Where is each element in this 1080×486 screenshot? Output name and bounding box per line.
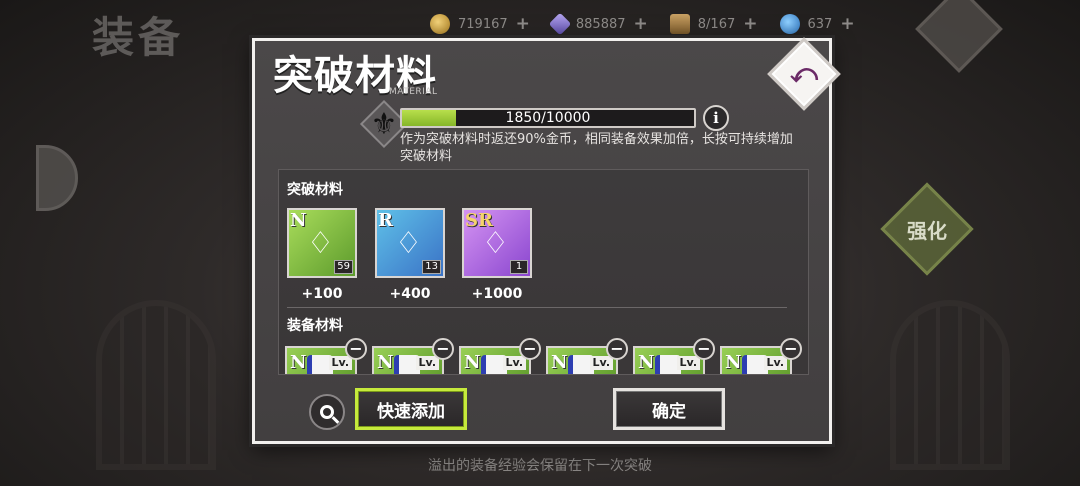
equipment-material-card[interactable]: N Lv. −	[633, 338, 715, 374]
search-button[interactable]	[309, 394, 345, 430]
currency-gold: 719167 +	[430, 14, 530, 34]
rarity-badge: N	[551, 352, 568, 373]
confirm-button[interactable]: 确定	[613, 388, 725, 430]
currency-value: 637	[807, 16, 833, 32]
quick-add-button[interactable]: 快速添加	[355, 388, 467, 430]
info-button[interactable]: i	[703, 105, 729, 131]
remove-button[interactable]: −	[519, 338, 541, 360]
material-card-sr[interactable]: SR ♢ 1 +1000	[462, 208, 532, 302]
rarity-badge: N	[638, 352, 655, 373]
rarity-badge: N	[725, 352, 742, 373]
remove-button[interactable]: −	[606, 338, 628, 360]
level-label: Lv.	[589, 356, 613, 370]
section-divider	[287, 307, 787, 308]
currency-value: 885887	[575, 16, 626, 32]
back-button[interactable]: ⤺	[767, 37, 841, 111]
equipment-material-card[interactable]: N Lv. −	[720, 338, 802, 374]
rarity-badge: N	[464, 352, 481, 373]
item-count: 59	[334, 260, 353, 274]
level-label: Lv.	[502, 356, 526, 370]
currency-value: 8/167	[697, 16, 736, 32]
equipment-material-card[interactable]: N Lv. −	[546, 338, 628, 374]
material-tile: SR ♢ 1	[462, 208, 532, 278]
necklace-icon: ♢	[482, 226, 509, 261]
gem-icon	[779, 14, 800, 34]
material-card-r[interactable]: R ♢ 13 +400	[375, 208, 445, 302]
equipment-material-card[interactable]: N Lv. −	[459, 338, 541, 374]
material-panel: 突破材料 N ♢ 59 +100 R ♢ 13 +400 SR ♢ 1 +100…	[278, 169, 809, 375]
add-gold-button[interactable]: +	[516, 14, 530, 34]
background-page-title: 装备	[92, 13, 185, 62]
currency-bar: 719167 + 885887 + 8/167 + 637 +	[430, 10, 855, 38]
storage-box-icon	[669, 14, 690, 34]
crystal-icon	[548, 12, 572, 36]
background-strength-button: 强化	[880, 182, 974, 276]
remove-button[interactable]: −	[693, 338, 715, 360]
breakthrough-progress-bar: 1850/10000	[400, 108, 696, 128]
level-label: Lv.	[676, 356, 700, 370]
background-window	[890, 300, 1010, 470]
return-arrow-icon: ⤺	[790, 58, 818, 89]
material-value: +400	[389, 286, 431, 302]
add-gem-button[interactable]: +	[840, 14, 854, 34]
currency-crystal: 885887 +	[548, 12, 648, 36]
material-tile: N ♢ 59	[287, 208, 357, 278]
currency-storage: 8/167 +	[669, 14, 758, 34]
level-label: Lv.	[763, 356, 787, 370]
background-window	[96, 300, 216, 470]
currency-gem: 637 +	[779, 14, 855, 34]
material-value: +1000	[471, 286, 523, 302]
gold-coin-icon	[430, 14, 450, 34]
item-count: 13	[422, 260, 441, 274]
background-footer-hint: 溢出的装备经验会保留在下一次突破	[428, 458, 652, 474]
material-value: +100	[301, 286, 343, 302]
material-description: 作为突破材料时返还90%金币，相同装备效果加倍，长按可持续增加突破材料	[400, 132, 793, 164]
rarity-badge: N	[290, 352, 307, 373]
magnifier-icon	[320, 405, 334, 419]
remove-button[interactable]: −	[432, 338, 454, 360]
add-storage-button[interactable]: +	[743, 14, 757, 34]
equipment-section-label: 装备材料	[287, 318, 343, 334]
breakthrough-section-label: 突破材料	[287, 182, 343, 198]
necklace-icon: ♢	[307, 226, 334, 261]
add-crystal-button[interactable]: +	[634, 14, 648, 34]
material-tag: MATERIAL	[389, 87, 438, 97]
level-label: Lv.	[328, 356, 352, 370]
item-count: 1	[510, 260, 528, 274]
breakthrough-material-dialog: 突破材料 ⤺ ⚜ MATERIAL 1850/10000 i 作为突破材料时返还…	[252, 37, 841, 444]
rarity-badge: N	[290, 210, 307, 231]
remove-button[interactable]: −	[345, 338, 367, 360]
progress-text: 1850/10000	[505, 110, 591, 126]
equipment-material-card[interactable]: N Lv. −	[372, 338, 454, 374]
equipment-material-list: N Lv. − N Lv. − N Lv. − N Lv. − N Lv. − …	[285, 338, 802, 374]
remove-button[interactable]: −	[780, 338, 802, 360]
material-tile: R ♢ 13	[375, 208, 445, 278]
fleur-de-lis-icon: ⚜	[370, 106, 398, 142]
equipment-material-card[interactable]: N Lv. −	[285, 338, 367, 374]
currency-value: 719167	[458, 16, 508, 32]
level-label: Lv.	[415, 356, 439, 370]
necklace-icon: ♢	[395, 226, 422, 261]
rarity-badge: N	[377, 352, 394, 373]
rarity-badge: R	[378, 210, 393, 231]
material-card-n[interactable]: N ♢ 59 +100	[287, 208, 357, 302]
